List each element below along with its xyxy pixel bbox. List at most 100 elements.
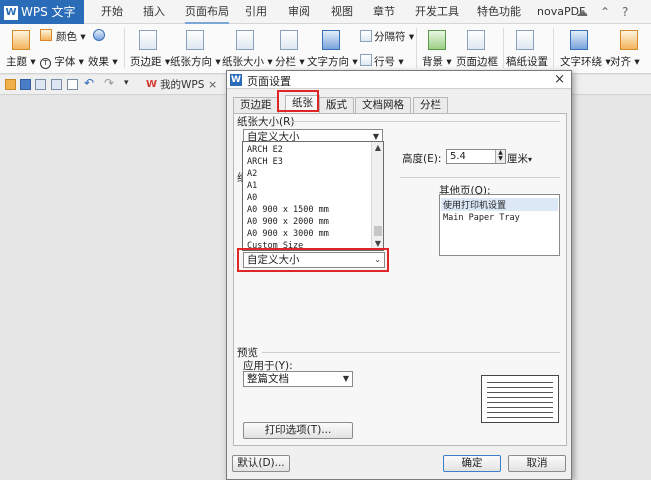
list-item[interactable]: 使用打印机设置 — [441, 198, 558, 211]
ok-button[interactable]: 确定 — [443, 455, 501, 472]
grid-paper-button[interactable]: 稿纸设置 — [506, 54, 548, 69]
dialog-title: 页面设置 — [247, 75, 291, 88]
menu-tab-developer[interactable]: 开发工具 — [415, 0, 459, 24]
font-circle-icon: T — [40, 58, 51, 69]
align-icon[interactable] — [620, 30, 638, 50]
dialog-title-bar[interactable]: W 页面设置 × — [227, 71, 571, 89]
undo-icon[interactable]: ↶ — [84, 77, 95, 89]
redo-icon[interactable]: ↷ — [104, 77, 115, 89]
menu-tab-review[interactable]: 审阅 — [288, 0, 310, 24]
orientation-button[interactable]: 纸张方向 ▾ — [170, 54, 221, 69]
tab-columns[interactable]: 分栏 — [413, 97, 448, 113]
doc-tab-my-wps[interactable]: W 我的WPS — [142, 75, 204, 95]
scroll-up-icon[interactable]: ▲ — [373, 143, 383, 153]
tab-margins[interactable]: 页边距 — [233, 97, 279, 113]
minimize-ribbon-icon[interactable]: ⌃ — [600, 5, 610, 19]
app-menu-button[interactable]: WWPS 文字 ▼ — [0, 0, 84, 42]
preview-group-line — [262, 352, 560, 353]
margins-icon[interactable] — [139, 30, 157, 50]
tab-document-grid[interactable]: 文档网格 — [355, 97, 411, 113]
columns-icon[interactable] — [280, 30, 298, 50]
height-input[interactable]: 5.4 ▲ ▼ — [446, 149, 506, 164]
menu-tab-references[interactable]: 引用 — [245, 0, 267, 24]
page-border-button[interactable]: 页面边框 — [456, 54, 498, 69]
theme-icon[interactable] — [12, 30, 30, 50]
height-spin-icon[interactable]: ▲ ▼ — [495, 150, 505, 163]
grid-paper-icon[interactable] — [516, 30, 534, 50]
section-break-button[interactable]: 分隔符 ▾ — [374, 29, 414, 44]
default-button[interactable]: 默认(D)... — [232, 455, 290, 472]
menu-tab-insert[interactable]: 插入 — [143, 0, 165, 24]
columns-button[interactable]: 分栏 ▾ — [275, 54, 305, 69]
page-preview-image — [481, 375, 559, 423]
apply-to-value: 整篇文档 — [247, 373, 289, 385]
doc-tab-close-icon[interactable]: × — [208, 78, 217, 91]
dropdown-option[interactable]: A2 — [247, 169, 257, 179]
align-button[interactable]: 对齐 ▾ — [610, 54, 640, 69]
menu-tab-home[interactable]: 开始 — [101, 0, 123, 24]
app-name: WPS 文字 — [21, 5, 76, 19]
theme-font-button[interactable]: T 字体 ▾ — [40, 54, 84, 69]
tab-layout[interactable]: 版式 — [319, 97, 354, 113]
text-wrap-button[interactable]: 文字环绕 ▾ — [560, 54, 611, 69]
scroll-thumb[interactable] — [374, 226, 382, 236]
print-preview-icon[interactable] — [67, 79, 78, 90]
page-border-icon[interactable] — [467, 30, 485, 50]
wps-logo-icon: W — [4, 5, 18, 20]
paper-size-icon[interactable] — [236, 30, 254, 50]
list-item[interactable]: Main Paper Tray — [443, 213, 520, 223]
effects-button[interactable]: 效果 ▾ — [88, 54, 118, 69]
dropdown-option[interactable]: A0 900 x 1500 mm — [247, 205, 329, 215]
other-pages-list[interactable]: 使用打印机设置 Main Paper Tray — [439, 194, 560, 256]
menu-tab-view[interactable]: 视图 — [331, 0, 353, 24]
cancel-button[interactable]: 取消 — [508, 455, 566, 472]
wps-home-icon: W — [146, 79, 158, 90]
help-icon[interactable]: ? — [622, 5, 628, 19]
dropdown-arrow-icon: ▼ — [342, 374, 349, 383]
background-icon[interactable] — [428, 30, 446, 50]
ribbon-separator — [124, 28, 125, 68]
customize-toolbar-icon[interactable]: ▾ — [124, 77, 135, 88]
cloud-icon[interactable]: ☁ — [576, 5, 588, 19]
save-icon[interactable] — [20, 79, 31, 90]
export-pdf-icon[interactable] — [35, 79, 46, 90]
paper-size-button[interactable]: 纸张大小 ▾ — [222, 54, 273, 69]
dropdown-option[interactable]: ARCH E3 — [247, 157, 283, 167]
folder-icon[interactable] — [5, 79, 16, 90]
dropdown-option[interactable]: A0 900 x 3000 mm — [247, 229, 329, 239]
dropdown-scrollbar[interactable]: ▲ ▼ — [371, 142, 383, 250]
menu-tab-special[interactable]: 特色功能 — [477, 0, 521, 24]
margins-button[interactable]: 页边距 ▾ — [130, 54, 170, 69]
text-wrap-icon[interactable] — [570, 30, 588, 50]
ribbon-separator — [553, 28, 554, 68]
apply-to-select[interactable]: 整篇文档 ▼ — [243, 371, 353, 387]
background-button[interactable]: 背景 ▾ — [422, 54, 452, 69]
menu-tab-page-layout[interactable]: 页面布局 — [185, 0, 229, 24]
height-unit[interactable]: 厘米▾ — [507, 151, 532, 166]
text-direction-button[interactable]: 文字方向 ▾ — [307, 54, 358, 69]
menu-tab-sections[interactable]: 章节 — [373, 0, 395, 24]
highlight-box-selected-size — [237, 248, 389, 272]
section-break-icon[interactable] — [360, 30, 372, 42]
wps-dialog-icon: W — [230, 74, 242, 86]
print-icon[interactable] — [51, 79, 62, 90]
dropdown-option[interactable]: A0 900 x 2000 mm — [247, 217, 329, 227]
text-direction-icon[interactable] — [322, 30, 340, 50]
paper-size-dropdown-list[interactable]: ARCH E2 ARCH E3 A2 A1 A0 A0 900 x 1500 m… — [242, 141, 384, 251]
dropdown-option[interactable]: A1 — [247, 181, 257, 191]
dropdown-option[interactable]: A0 — [247, 193, 257, 203]
height-value: 5.4 — [450, 151, 466, 162]
color-button[interactable]: 颜色 ▾ — [56, 29, 86, 44]
effects-icon[interactable] — [93, 29, 105, 41]
theme-button[interactable]: 主题 ▾ — [6, 54, 36, 69]
paper-size-group-line — [290, 121, 560, 122]
line-numbers-button[interactable]: 行号 ▾ — [374, 54, 404, 69]
ribbon-separator — [416, 28, 417, 68]
print-options-button[interactable]: 打印选项(T)... — [243, 422, 353, 439]
paper-size-label: 纸张大小(R) — [237, 116, 295, 128]
dropdown-option[interactable]: ARCH E2 — [247, 145, 283, 155]
color-icon[interactable] — [40, 29, 52, 41]
line-numbers-icon[interactable] — [360, 54, 372, 66]
orientation-icon[interactable] — [186, 30, 204, 50]
dialog-close-icon[interactable]: × — [554, 72, 565, 87]
